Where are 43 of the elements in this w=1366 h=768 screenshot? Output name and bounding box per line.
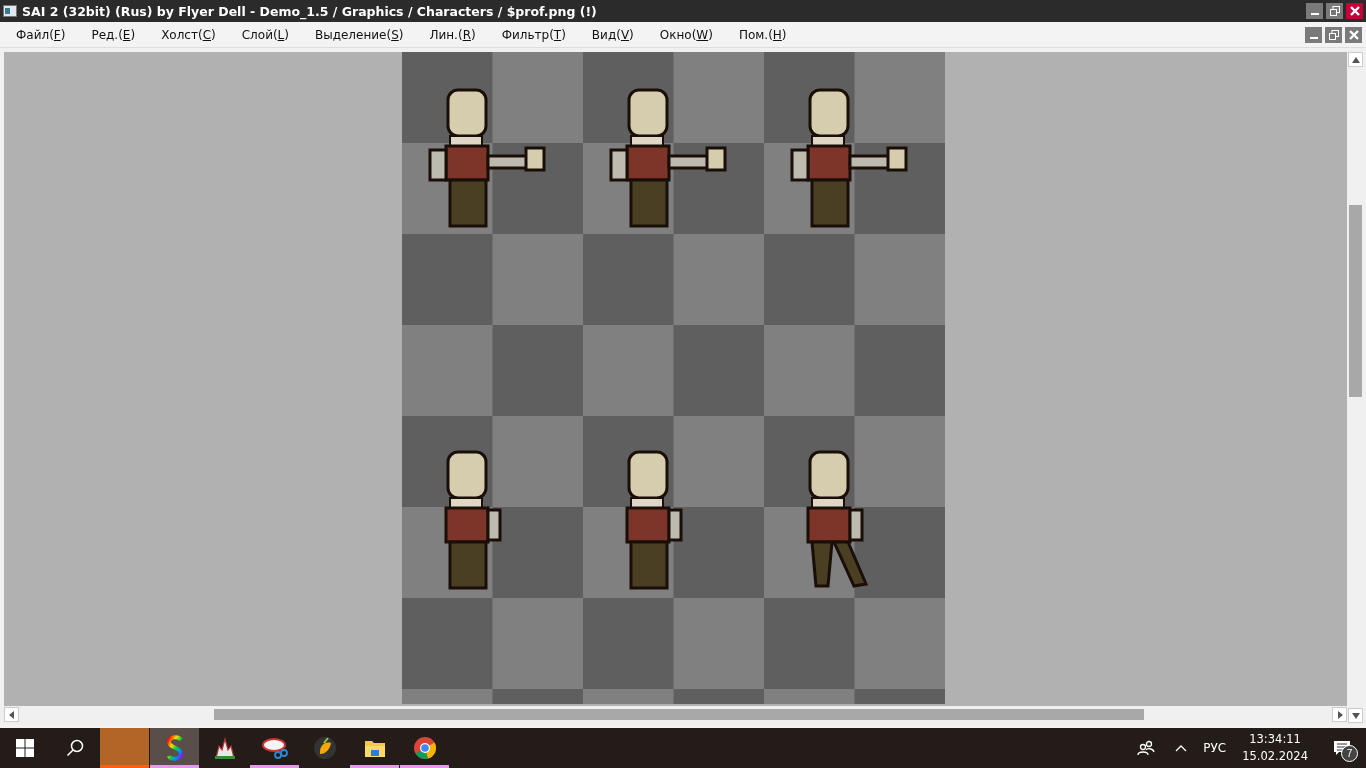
menu-item[interactable]: Вид(V) (583, 27, 642, 42)
vertical-scrollbar[interactable] (1347, 52, 1364, 723)
scrollbar-thumb[interactable] (214, 709, 1144, 720)
menu-item[interactable]: Слой(L) (233, 27, 297, 42)
scroll-right-icon[interactable] (1332, 707, 1347, 722)
menu-item[interactable]: Фильтр(T) (493, 27, 574, 42)
scroll-up-icon[interactable] (1348, 52, 1363, 67)
minimize-button[interactable] (1305, 26, 1322, 43)
castle-icon (212, 736, 237, 760)
minimize-button[interactable] (1306, 3, 1323, 19)
search-icon (65, 739, 84, 757)
menu-item[interactable]: Лин.(R) (421, 27, 484, 42)
app-icon (3, 5, 17, 17)
minimize-icon (1310, 13, 1319, 15)
rainbow-s-icon (166, 735, 183, 761)
close-icon (1349, 6, 1360, 16)
notifications-button[interactable]: 7 (1318, 728, 1366, 768)
menu-item[interactable]: Окно(W) (651, 27, 721, 42)
folder-icon (363, 738, 386, 758)
restore-button[interactable] (1325, 26, 1342, 43)
menu-item[interactable]: Холст(C) (153, 27, 224, 42)
scroll-left-icon[interactable] (4, 707, 19, 722)
menu-item[interactable]: Ред.(E) (83, 27, 144, 42)
minimize-icon (1309, 36, 1318, 39)
fruit-icon (312, 736, 337, 760)
horizontal-scrollbar[interactable] (4, 706, 1347, 723)
language-indicator[interactable]: РУС (1197, 741, 1233, 755)
windows-logo-icon (15, 739, 34, 757)
window-title: SAI 2 (32bit) (Rus) by Flyer Dell - Demo_1.5 / Graphics / Characters / $prof.png (!) (22, 3, 597, 19)
clock[interactable]: 13:34:11 15.02.2024 (1232, 731, 1318, 765)
restore-icon (1328, 29, 1339, 40)
close-button[interactable] (1345, 26, 1362, 43)
scroll-down-icon[interactable] (1348, 708, 1363, 723)
chrome-icon (412, 736, 437, 760)
menu-item[interactable]: Файл(F) (8, 27, 74, 42)
restore-button[interactable] (1326, 3, 1343, 19)
menu-item[interactable]: Пом.(H) (730, 27, 795, 42)
restore-icon (1329, 6, 1340, 16)
scissors-icon (261, 736, 288, 760)
close-icon (1348, 29, 1359, 40)
menu-item[interactable]: Выделение(S) (307, 27, 412, 42)
close-button[interactable] (1346, 3, 1363, 19)
scrollbar-thumb[interactable] (1349, 205, 1362, 397)
